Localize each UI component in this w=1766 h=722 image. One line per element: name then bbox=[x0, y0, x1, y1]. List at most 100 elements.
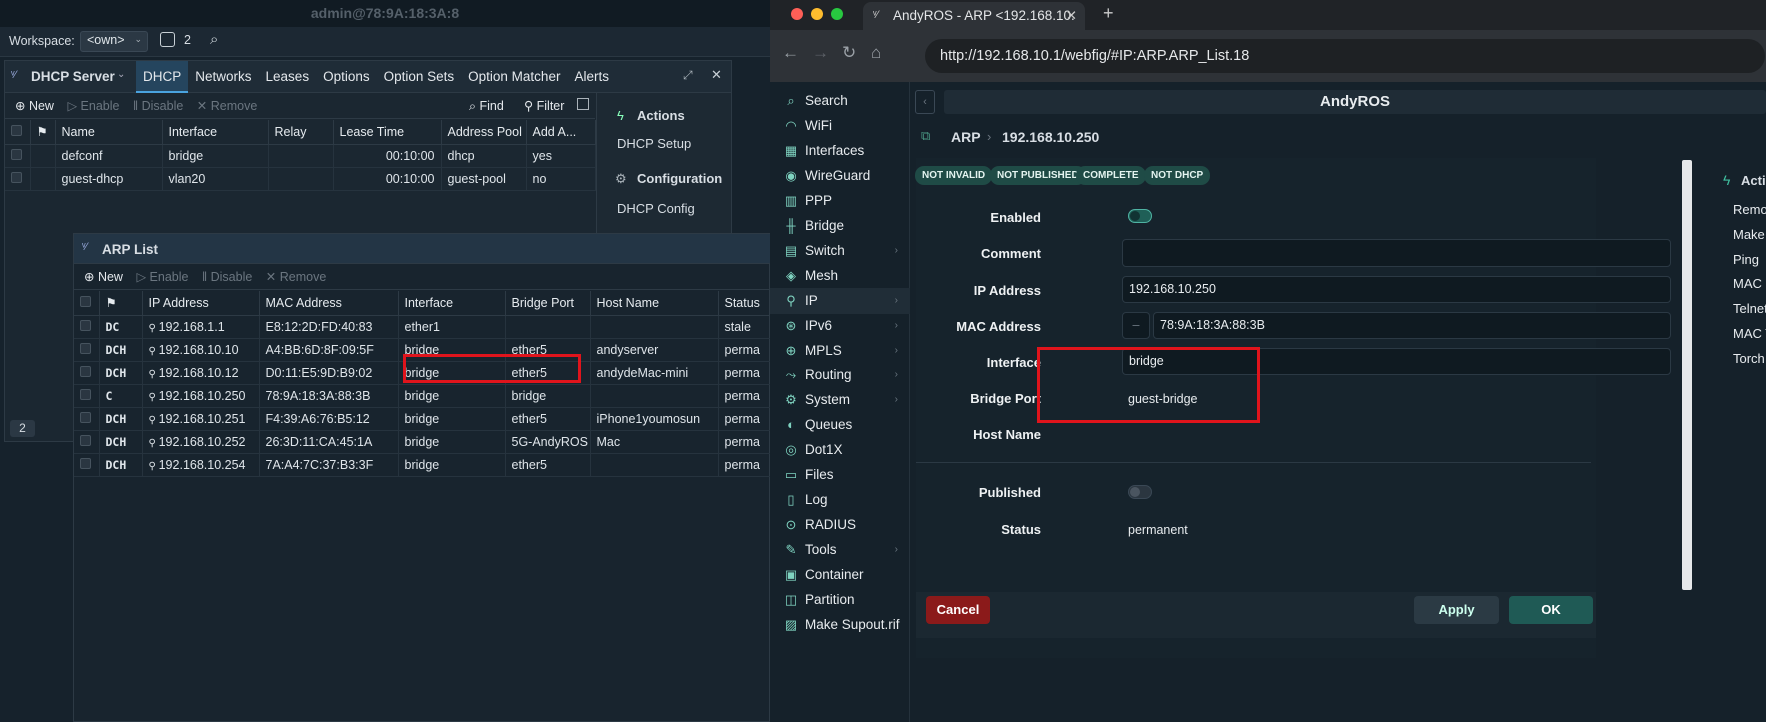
col-add-arp[interactable]: Add A... bbox=[526, 120, 596, 145]
checkbox[interactable] bbox=[80, 434, 91, 446]
sidebar-item-search[interactable]: ⌕ Search bbox=[770, 88, 910, 114]
apply-button[interactable]: Apply bbox=[1414, 596, 1499, 624]
table-row[interactable]: C ⚲ 192.168.10.250 78:9A:18:3A:88:3B bridge… bbox=[74, 384, 772, 408]
tab-alerts[interactable]: Alerts bbox=[567, 61, 616, 93]
disable-button[interactable]: ‖ Disable bbox=[133, 93, 183, 119]
reload-icon[interactable]: ↻ bbox=[842, 43, 856, 63]
table-row[interactable]: defconf bridge 00:10:00 dhcp yes bbox=[5, 144, 596, 168]
col-status[interactable]: Status bbox=[718, 291, 772, 316]
ip-address-field[interactable]: 192.168.10.250 bbox=[1122, 276, 1671, 303]
col-mac-address[interactable]: MAC Address bbox=[259, 291, 399, 316]
checkbox[interactable] bbox=[11, 148, 22, 160]
checkbox[interactable] bbox=[80, 457, 91, 469]
sidebar-item-bridge[interactable]: ╫ Bridge bbox=[770, 213, 910, 239]
sidebar-item-system[interactable]: ⚙ System › bbox=[770, 387, 910, 413]
sidebar-item-ip[interactable]: ⚲ IP › bbox=[770, 287, 910, 314]
sidebar-item-dot1x[interactable]: ◎ Dot1X bbox=[770, 437, 910, 463]
remove-button[interactable]: ✕ Remove bbox=[266, 264, 327, 290]
checkbox[interactable] bbox=[80, 295, 91, 307]
windows-icon[interactable] bbox=[160, 32, 175, 47]
col-address-pool[interactable]: Address Pool bbox=[441, 120, 527, 145]
sidebar-item-make-supout-rif[interactable]: ▨ Make Supout.rif bbox=[770, 612, 910, 638]
close-tab-icon[interactable]: ✕ bbox=[1066, 2, 1077, 29]
sidebar-item-radius[interactable]: ⊙ RADIUS bbox=[770, 512, 910, 538]
col-interface[interactable]: Interface bbox=[162, 120, 269, 145]
forward-icon[interactable]: → bbox=[812, 43, 829, 63]
collapse-icon[interactable]: ‹ bbox=[915, 90, 935, 114]
sidebar-item-wifi[interactable]: ◠ WiFi bbox=[770, 113, 910, 139]
cancel-button[interactable]: Cancel bbox=[926, 596, 990, 624]
new-tab-icon[interactable]: + bbox=[1103, 3, 1114, 24]
checkbox[interactable] bbox=[80, 319, 91, 331]
col-relay[interactable]: Relay bbox=[268, 120, 334, 145]
home-icon[interactable]: ⌂ bbox=[871, 43, 881, 63]
chevron-down-icon[interactable]: ⌄ bbox=[117, 69, 125, 80]
checkbox[interactable] bbox=[80, 411, 91, 423]
dhcp-setup-link[interactable]: DHCP Setup bbox=[617, 136, 691, 151]
sidebar-item-routing[interactable]: ⤳ Routing › bbox=[770, 362, 910, 388]
dhcp-config-link[interactable]: DHCP Config bbox=[617, 201, 695, 216]
select-all-cell[interactable] bbox=[5, 120, 31, 145]
workspace-select[interactable]: <own> ⌄ bbox=[80, 31, 148, 52]
table-row[interactable]: DCH ⚲ 192.168.10.254 7A:A4:7C:37:B3:3F brid… bbox=[74, 453, 772, 477]
search-icon[interactable]: ⌕ bbox=[210, 31, 218, 48]
filter-button[interactable]: ⚲ Filter bbox=[524, 93, 564, 119]
sidebar-item-queues[interactable]: ◐ Queues bbox=[770, 412, 910, 438]
action-item[interactable]: MAC Ping bbox=[1733, 276, 1766, 291]
sidebar-item-ipv6[interactable]: ⊛ IPv6 › bbox=[770, 313, 910, 339]
address-bar[interactable]: http://192.168.10.1/webfig/#IP:ARP.ARP_L… bbox=[925, 39, 1765, 73]
checkbox[interactable] bbox=[80, 365, 91, 377]
new-button[interactable]: ⊕ New bbox=[15, 93, 54, 119]
close-window-button[interactable] bbox=[791, 8, 803, 20]
col-bridge-port[interactable]: Bridge Port bbox=[505, 291, 591, 316]
tab-option-sets[interactable]: Option Sets bbox=[377, 61, 462, 93]
remove-button[interactable]: ✕ Remove bbox=[197, 93, 258, 119]
table-row[interactable]: guest-dhcp vlan20 00:10:00 guest-pool no bbox=[5, 167, 596, 191]
breadcrumb-section[interactable]: ARP bbox=[951, 129, 981, 145]
enable-button[interactable]: ▷ Enable bbox=[136, 264, 188, 290]
sidebar-item-partition[interactable]: ◫ Partition bbox=[770, 587, 910, 613]
col-lease-time[interactable]: Lease Time bbox=[333, 120, 442, 145]
col-host-name[interactable]: Host Name bbox=[590, 291, 719, 316]
enable-button[interactable]: ▷ Enable bbox=[67, 93, 119, 119]
action-item[interactable]: Ping bbox=[1733, 252, 1759, 267]
checkbox[interactable] bbox=[80, 388, 91, 400]
table-row[interactable]: DCH ⚲ 192.168.10.252 26:3D:11:CA:45:1A brid… bbox=[74, 430, 772, 454]
sidebar-item-tools[interactable]: ✎ Tools › bbox=[770, 537, 910, 563]
back-icon[interactable]: ← bbox=[782, 43, 799, 63]
col-name[interactable]: Name bbox=[55, 120, 163, 145]
col-interface[interactable]: Interface bbox=[398, 291, 506, 316]
tab-dhcp[interactable]: DHCP bbox=[136, 61, 189, 93]
checkbox[interactable] bbox=[80, 342, 91, 354]
action-item[interactable]: Remove bbox=[1733, 202, 1766, 217]
col-ip-address[interactable]: IP Address bbox=[142, 291, 260, 316]
sidebar-item-container[interactable]: ▣ Container bbox=[770, 562, 910, 588]
find-button[interactable]: ⌕ Find bbox=[469, 93, 504, 119]
action-item[interactable]: Telnet bbox=[1733, 301, 1766, 316]
tab-leases[interactable]: Leases bbox=[259, 61, 317, 93]
sidebar-item-interfaces[interactable]: ▦ Interfaces bbox=[770, 138, 910, 164]
restore-icon[interactable]: ⤢ bbox=[683, 68, 693, 83]
maximize-window-button[interactable] bbox=[831, 8, 843, 20]
sidebar-item-ppp[interactable]: ▥ PPP bbox=[770, 188, 910, 214]
columns-icon[interactable] bbox=[577, 98, 589, 110]
action-item[interactable]: Torch bbox=[1733, 351, 1765, 366]
scrollbar[interactable] bbox=[1682, 160, 1692, 590]
published-toggle[interactable] bbox=[1128, 485, 1152, 499]
new-button[interactable]: ⊕ New bbox=[84, 264, 123, 290]
checkbox[interactable] bbox=[11, 124, 22, 136]
enabled-toggle[interactable] bbox=[1128, 209, 1152, 223]
mac-address-field[interactable]: 78:9A:18:3A:88:3B bbox=[1153, 312, 1671, 339]
table-row[interactable]: DCH ⚲ 192.168.10.251 F4:39:A6:76:B5:12 brid… bbox=[74, 407, 772, 431]
tab-networks[interactable]: Networks bbox=[188, 61, 258, 93]
action-item[interactable]: Make Stati bbox=[1733, 227, 1766, 242]
checkbox[interactable] bbox=[11, 171, 22, 183]
sidebar-item-files[interactable]: ▭ Files bbox=[770, 462, 910, 488]
disable-button[interactable]: ‖ Disable bbox=[202, 264, 252, 290]
action-item[interactable]: MAC Telne bbox=[1733, 326, 1766, 341]
tab-option-matcher[interactable]: Option Matcher bbox=[461, 61, 567, 93]
ok-button[interactable]: OK bbox=[1509, 596, 1593, 624]
sidebar-item-wireguard[interactable]: ◉ WireGuard bbox=[770, 163, 910, 189]
sidebar-item-log[interactable]: ▯ Log bbox=[770, 487, 910, 513]
table-row[interactable]: DC ⚲ 192.168.1.1 E8:12:2D:FD:40:83 ether1 st… bbox=[74, 315, 772, 339]
